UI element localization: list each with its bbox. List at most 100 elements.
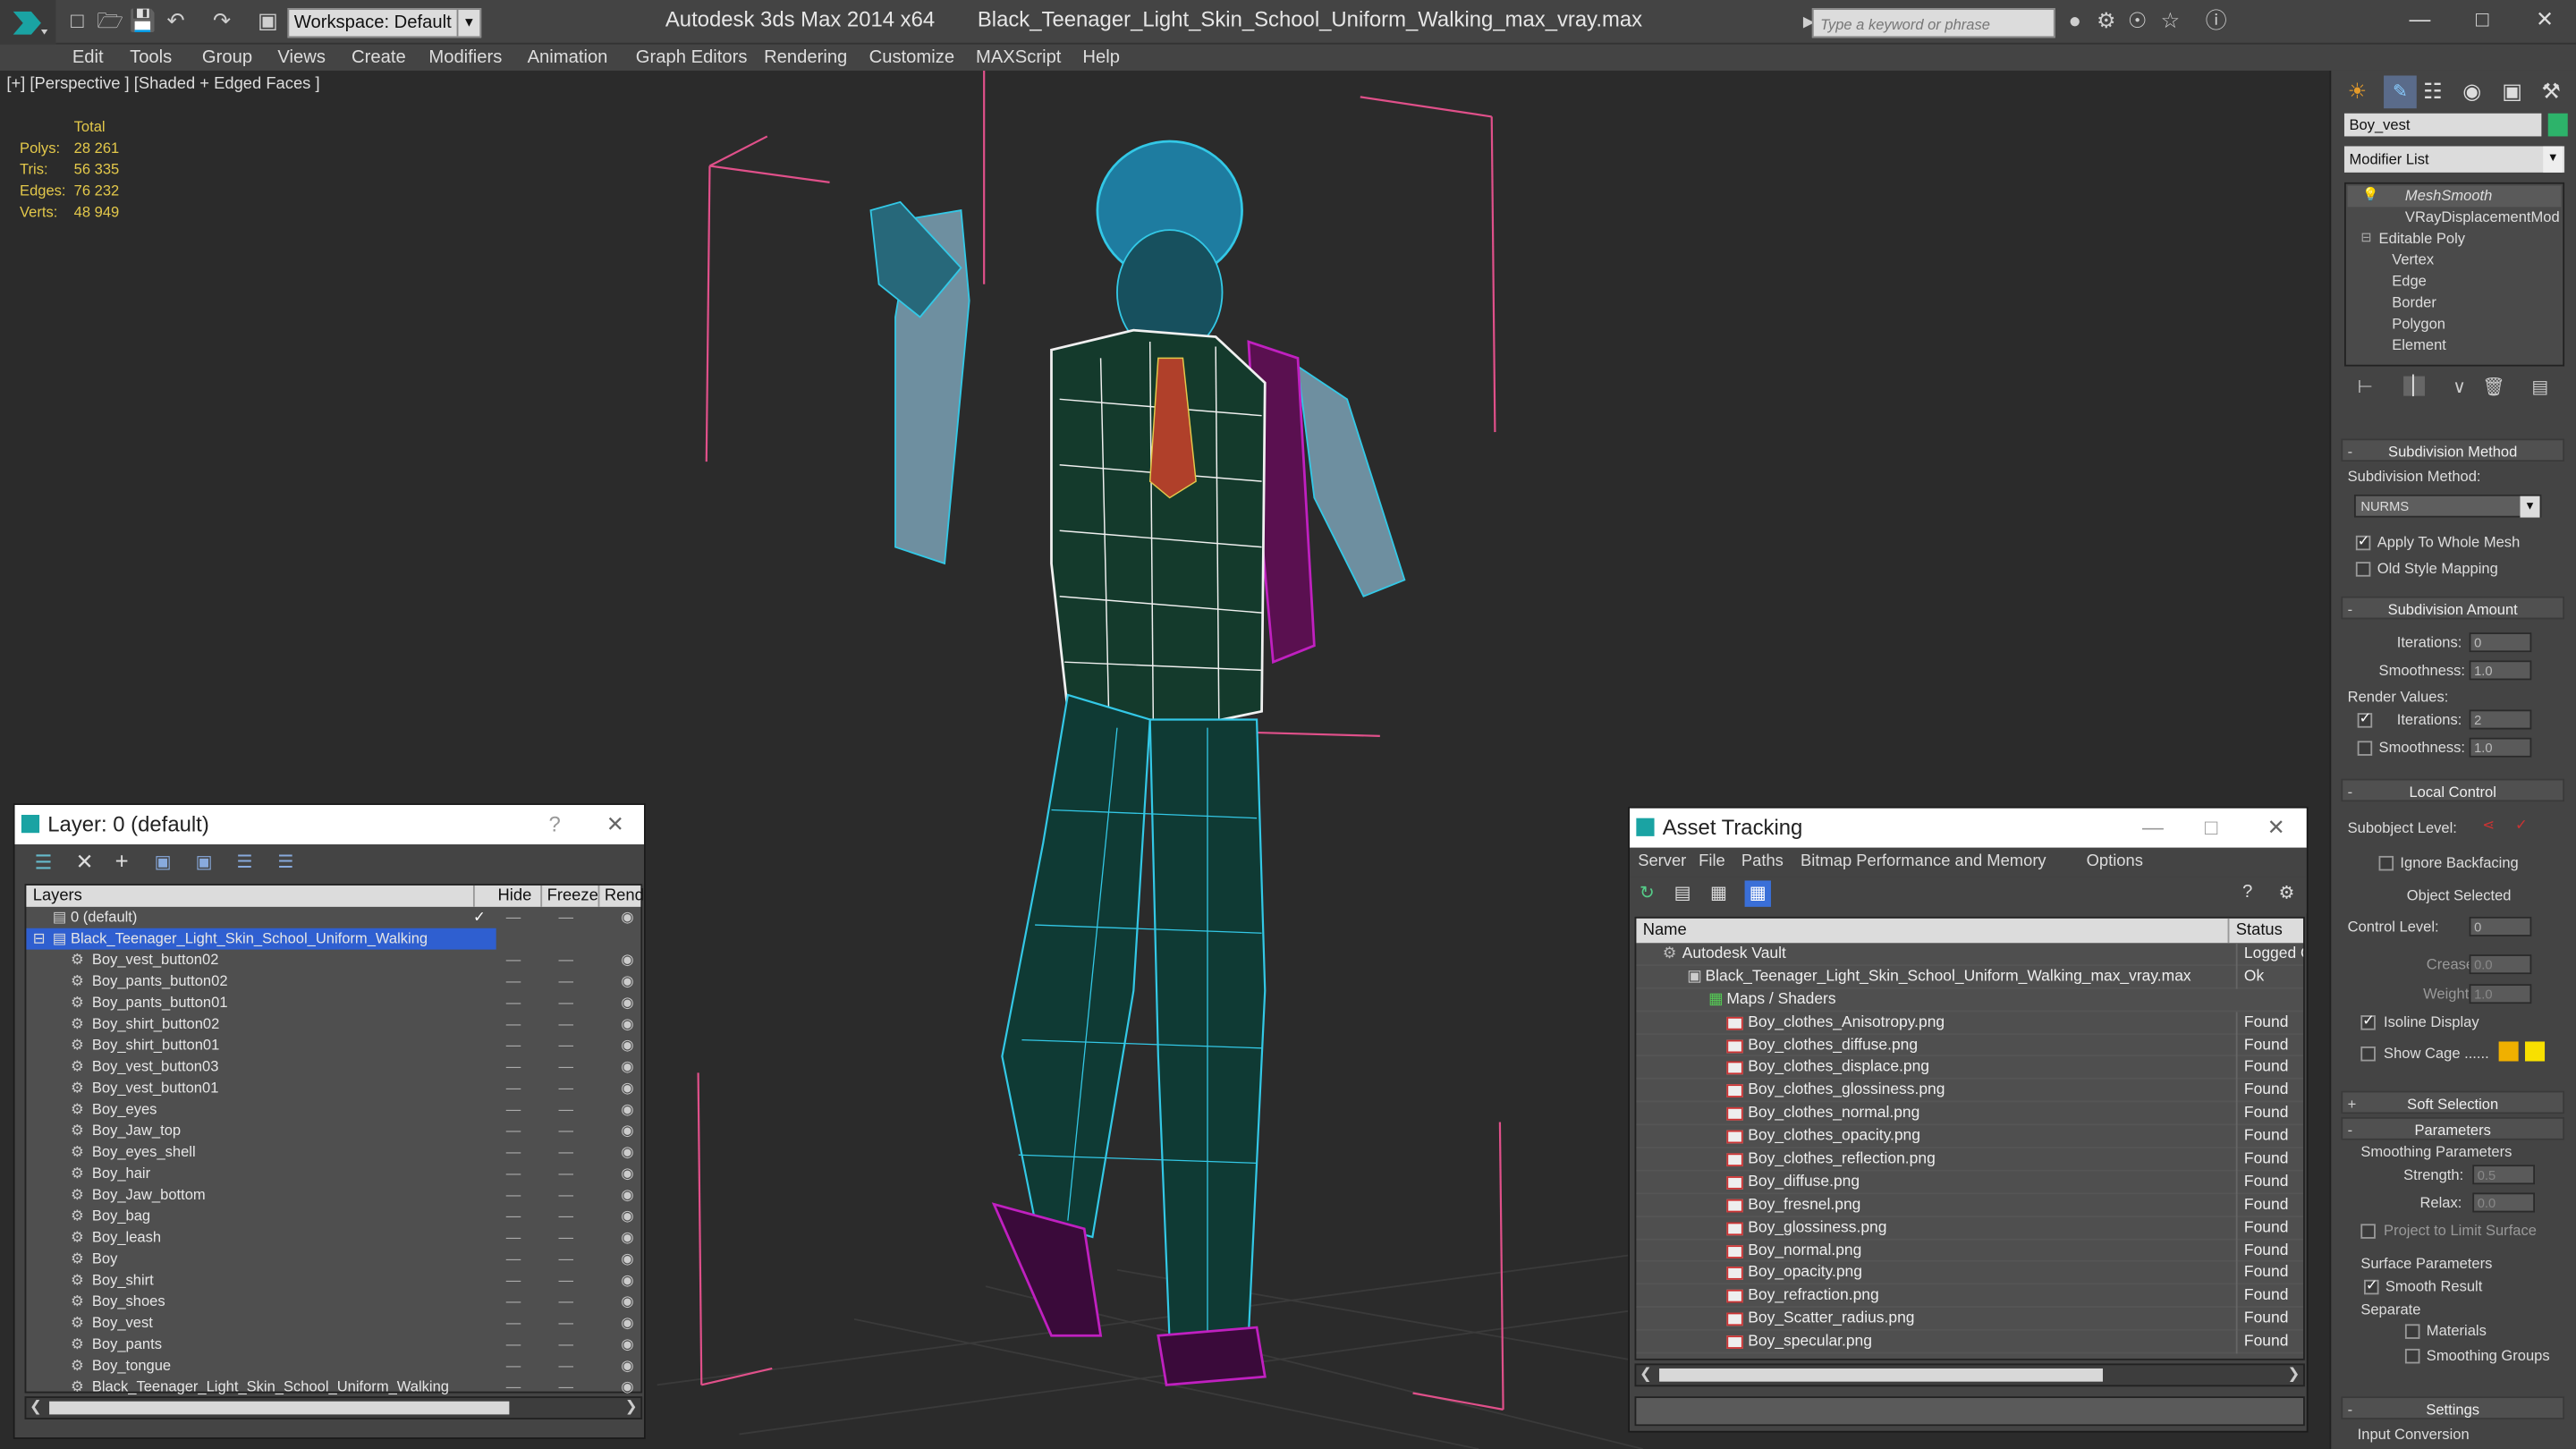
smoothness-spinner[interactable]: 1.0 xyxy=(2469,660,2532,681)
render-teapot-icon[interactable]: ◉ xyxy=(621,1142,633,1164)
layer-object-row[interactable]: ⚙ Boy_bag — — ◉ xyxy=(26,1206,640,1227)
hide-toggle[interactable]: — xyxy=(506,1099,521,1121)
project-folder-icon[interactable]: ▣ xyxy=(253,6,283,36)
configure-sets-icon[interactable]: ▤ xyxy=(2531,377,2548,397)
rollout-local-control[interactable]: - Local Control xyxy=(2341,778,2565,802)
asset-row-maps-group[interactable]: ▦ Maps / Shaders xyxy=(1636,988,2304,1012)
freeze-toggle[interactable]: — xyxy=(558,1313,573,1335)
asset-list[interactable]: Name Status ⚙ Autodesk Vault Logged O ▣ … xyxy=(1634,916,2305,1360)
freeze-toggle[interactable]: — xyxy=(558,992,573,1013)
render-teapot-icon[interactable]: ◉ xyxy=(621,1184,633,1206)
save-file-icon[interactable]: 💾 xyxy=(128,6,157,36)
show-end-result-icon[interactable]: │ xyxy=(2403,376,2425,396)
search-input[interactable]: Type a keyword or phrase xyxy=(1811,8,2055,38)
create-tab-icon[interactable]: ☀ xyxy=(2348,79,2367,105)
menu-animation[interactable]: Animation xyxy=(528,45,608,71)
active-layer-check-icon[interactable]: ✓ xyxy=(473,907,486,928)
materials-checkbox[interactable] xyxy=(2404,1324,2420,1339)
workspace-dropdown[interactable]: Workspace: Default ▼ xyxy=(287,8,482,38)
render-teapot-icon[interactable]: ◉ xyxy=(621,1355,633,1377)
layer-object-row[interactable]: ⚙ Boy_Jaw_bottom — — ◉ xyxy=(26,1184,640,1206)
crease-spinner[interactable]: 0.0 xyxy=(2469,954,2532,975)
render-teapot-icon[interactable]: ◉ xyxy=(621,1270,633,1292)
layer-object-row[interactable]: ⚙ Boy_vest — — ◉ xyxy=(26,1313,640,1335)
freeze-toggle[interactable]: — xyxy=(558,1121,573,1142)
new-file-icon[interactable]: □ xyxy=(63,6,92,36)
minimize-button[interactable]: — xyxy=(2142,809,2164,848)
asset-map-row[interactable]: Boy_opacity.png Found xyxy=(1636,1262,2304,1285)
freeze-toggle[interactable]: — xyxy=(558,1334,573,1355)
render-teapot-icon[interactable]: ◉ xyxy=(621,970,633,992)
layer-row-selected[interactable]: ⊟ ▤ Black_Teenager_Light_Skin_School_Uni… xyxy=(26,928,496,950)
asset-map-row[interactable]: Boy_refraction.png Found xyxy=(1636,1284,2304,1309)
hide-toggle[interactable]: — xyxy=(506,1334,521,1355)
hide-toggle[interactable]: — xyxy=(506,1163,521,1184)
hide-toggle[interactable]: — xyxy=(506,1227,521,1249)
freeze-all-layers-icon[interactable]: ☰ xyxy=(277,851,293,872)
modify-tab-icon[interactable]: ✎ xyxy=(2384,75,2417,109)
project-limit-checkbox[interactable] xyxy=(2360,1224,2376,1239)
menu-paths[interactable]: Paths xyxy=(1741,848,1784,877)
undo-icon[interactable]: ↶ xyxy=(161,6,191,36)
show-cage-checkbox[interactable] xyxy=(2360,1046,2376,1062)
rollout-soft-selection[interactable]: + Soft Selection xyxy=(2341,1090,2565,1114)
stack-sub-edge[interactable]: Edge xyxy=(2392,273,2427,289)
stack-sub-border[interactable]: Border xyxy=(2392,294,2436,310)
hide-toggle[interactable]: — xyxy=(506,1249,521,1270)
collapse-icon[interactable]: ⊟ xyxy=(33,928,46,950)
ignore-backfacing-checkbox[interactable] xyxy=(2378,855,2394,871)
hide-toggle[interactable]: — xyxy=(506,1184,521,1206)
render-smoothness-checkbox[interactable] xyxy=(2357,741,2373,756)
scroll-thumb[interactable] xyxy=(49,1401,510,1415)
object-color-swatch[interactable] xyxy=(2547,113,2568,137)
hide-toggle[interactable]: — xyxy=(506,1013,521,1035)
stack-bulb-icon[interactable]: 💡 xyxy=(2362,187,2378,202)
scroll-right-icon[interactable]: ❯ xyxy=(625,1398,638,1416)
help-icon[interactable]: ? xyxy=(2242,882,2252,902)
freeze-toggle[interactable]: — xyxy=(558,1355,573,1377)
render-teapot-icon[interactable]: ◉ xyxy=(621,1249,633,1270)
favorites-star-icon[interactable]: ☆ xyxy=(2156,6,2185,36)
scroll-thumb[interactable] xyxy=(1659,1368,2103,1382)
weight-spinner[interactable]: 1.0 xyxy=(2469,984,2532,1004)
open-file-icon[interactable]: 🗁 xyxy=(96,6,125,36)
menu-modifiers[interactable]: Modifiers xyxy=(428,45,502,71)
layer-object-row[interactable]: ⚙ Boy_Jaw_top — — ◉ xyxy=(26,1121,640,1142)
menu-graph-editors[interactable]: Graph Editors xyxy=(636,45,748,71)
cage-color-swatch-2[interactable] xyxy=(2525,1041,2546,1062)
freeze-toggle[interactable]: — xyxy=(558,1249,573,1270)
subscription-icon[interactable]: ⚙ xyxy=(2091,6,2121,36)
layer-object-row[interactable]: ⚙ Boy_shirt_button02 — — ◉ xyxy=(26,1013,640,1035)
stack-item-meshsmooth[interactable]: MeshSmooth xyxy=(2405,187,2492,203)
menu-file[interactable]: File xyxy=(1699,848,1725,877)
stack-expand-icon[interactable]: ⊟ xyxy=(2360,230,2371,245)
display-tab-icon[interactable]: ▣ xyxy=(2502,79,2522,105)
col-render[interactable]: Rend xyxy=(597,885,644,907)
render-teapot-icon[interactable]: ◉ xyxy=(621,907,633,928)
scroll-right-icon[interactable]: ❯ xyxy=(2288,1365,2301,1383)
asset-map-row[interactable]: Boy_specular.png Found xyxy=(1636,1330,2304,1354)
menu-bitmap-performance[interactable]: Bitmap Performance and Memory xyxy=(1801,848,2046,877)
hide-toggle[interactable]: — xyxy=(506,1270,521,1292)
render-teapot-icon[interactable]: ◉ xyxy=(621,1056,633,1078)
hide-toggle[interactable]: — xyxy=(506,950,521,971)
render-teapot-icon[interactable]: ◉ xyxy=(621,1334,633,1355)
menu-help[interactable]: Help xyxy=(1082,45,1120,71)
col-status[interactable]: Status xyxy=(2227,918,2283,944)
freeze-toggle[interactable]: — xyxy=(558,1056,573,1078)
highlight-layer-icon[interactable]: ▣ xyxy=(196,851,213,872)
asset-map-row[interactable]: Boy_fresnel.png Found xyxy=(1636,1193,2304,1217)
apply-whole-mesh-checkbox[interactable] xyxy=(2355,532,2371,550)
rollout-subdivision-amount[interactable]: - Subdivision Amount xyxy=(2341,596,2565,620)
viewport-label[interactable]: [+] [Perspective ] [Shaded + Edged Faces… xyxy=(6,75,319,93)
menu-tools[interactable]: Tools xyxy=(130,45,172,71)
col-layers[interactable]: Layers xyxy=(33,886,82,907)
hide-toggle[interactable]: — xyxy=(506,1142,521,1164)
hide-toggle[interactable]: — xyxy=(506,1206,521,1227)
subdivision-method-dropdown[interactable]: NURMS ▼ xyxy=(2353,494,2542,518)
render-teapot-icon[interactable]: ◉ xyxy=(621,1227,633,1249)
layer-hscrollbar[interactable]: ❮ ❯ xyxy=(24,1396,643,1419)
help-icon[interactable]: ⓘ xyxy=(2201,6,2231,36)
hide-toggle[interactable]: — xyxy=(506,1313,521,1335)
render-teapot-icon[interactable]: ◉ xyxy=(621,1078,633,1099)
